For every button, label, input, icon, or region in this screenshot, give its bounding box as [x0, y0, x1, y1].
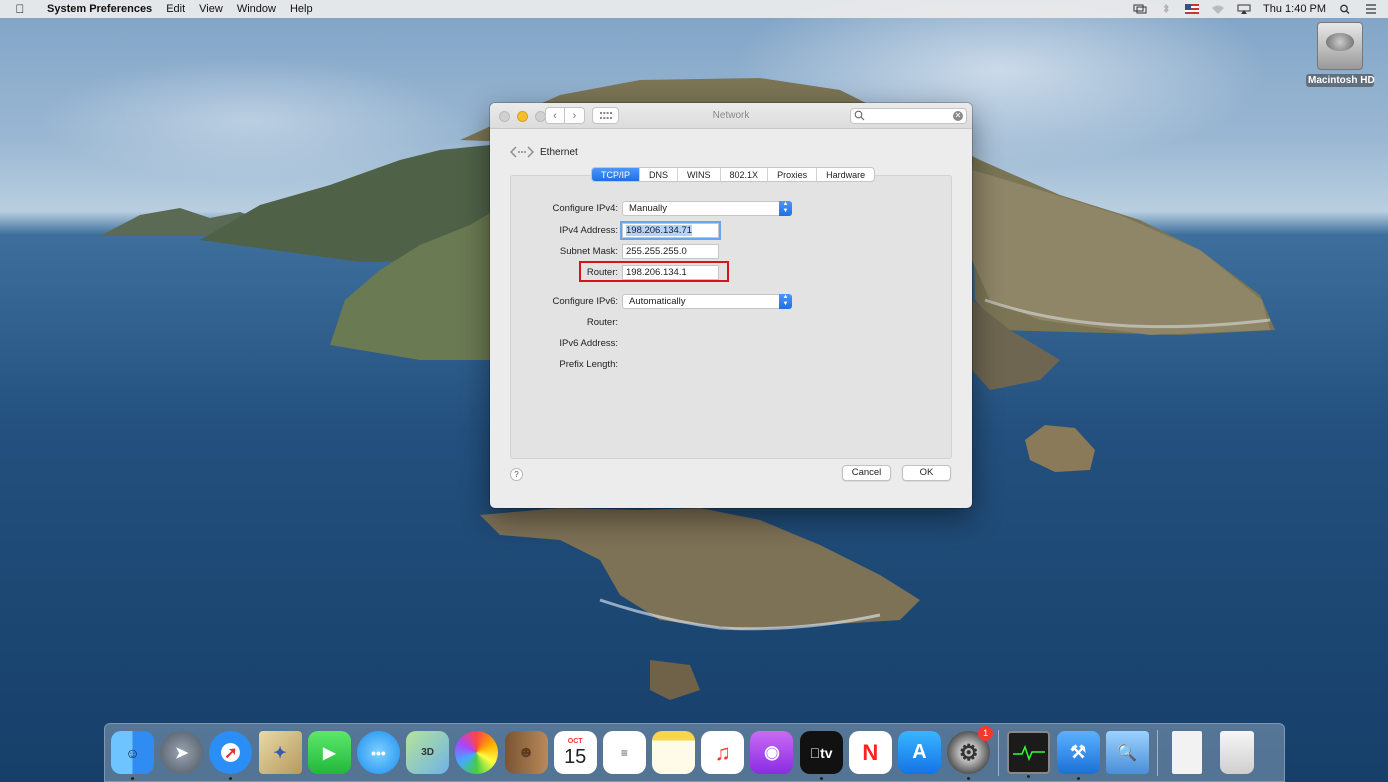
prefix-length-row: Prefix Length: — [514, 359, 622, 370]
running-indicator — [1027, 775, 1031, 778]
title-bar[interactable]: ‹ › Network ✕ — [490, 103, 972, 129]
messages-icon[interactable]: ••• — [356, 731, 400, 774]
apple-menu-icon[interactable]:  — [0, 2, 40, 16]
xcode-icon[interactable]: ⚒ — [1056, 731, 1100, 780]
subnet-mask-label: Subnet Mask: — [559, 246, 618, 257]
ipv6-router-row: Router: — [514, 317, 622, 328]
calendar-icon[interactable]: OCT 15 — [553, 731, 597, 774]
ipv4-address-label: IPv4 Address: — [559, 225, 618, 236]
configure-ipv4-value: Manually — [629, 203, 668, 214]
running-indicator — [131, 777, 134, 780]
popup-arrows-icon: ▲ ▼ — [779, 201, 792, 216]
calendar-month: OCT — [567, 737, 583, 745]
router-highlight-box — [579, 261, 729, 282]
tab-hardware[interactable]: Hardware — [816, 168, 874, 181]
launchpad-icon[interactable]: ➤ — [160, 731, 204, 774]
edit-menu[interactable]: Edit — [159, 0, 192, 18]
clear-search-icon[interactable]: ✕ — [953, 111, 963, 121]
ipv4-address-value: 198.206.134.71 — [626, 225, 693, 236]
system-preferences-icon[interactable]: ⚙ 1 — [947, 726, 994, 780]
reminders-icon[interactable]: ≡ — [602, 731, 646, 774]
calendar-day: 15 — [564, 745, 587, 768]
view-menu[interactable]: View — [192, 0, 230, 18]
search-icon — [854, 110, 865, 121]
news-icon[interactable]: N — [848, 731, 892, 774]
ethernet-icon — [510, 146, 534, 158]
finder-icon[interactable]: ☺ — [111, 731, 154, 780]
subnet-mask-field[interactable]: 255.255.255.0 — [622, 244, 719, 259]
configure-ipv4-row: Configure IPv4: Manually ▲ ▼ — [514, 201, 792, 216]
menu-bar:  System Preferences Edit View Window He… — [0, 0, 1388, 18]
configure-ipv4-label: Configure IPv4: — [552, 203, 618, 214]
configure-ipv6-value: Automatically — [629, 296, 686, 307]
running-indicator — [967, 777, 971, 780]
photos-icon[interactable] — [455, 731, 499, 774]
configure-ipv6-select[interactable]: Automatically ▲ ▼ — [622, 294, 792, 309]
clock[interactable]: Thu 1:40 PM — [1263, 3, 1326, 15]
running-indicator — [1076, 777, 1080, 780]
tab-8021x[interactable]: 802.1X — [719, 168, 768, 181]
drive-label: Macintosh HD — [1306, 74, 1375, 87]
facetime-icon[interactable]: ▶ — [307, 731, 351, 774]
running-indicator — [819, 777, 823, 780]
music-icon[interactable]: ♫ — [701, 731, 745, 774]
help-button[interactable]: ? — [510, 468, 523, 481]
subnet-mask-value: 255.255.255.0 — [626, 246, 687, 257]
tab-tcpip[interactable]: TCP/IP — [592, 168, 640, 181]
podcasts-icon[interactable]: ◉ — [750, 731, 794, 774]
document-icon[interactable] — [1171, 731, 1202, 774]
ipv6-router-label: Router: — [586, 317, 618, 328]
cancel-button[interactable]: Cancel — [842, 465, 891, 481]
help-menu[interactable]: Help — [283, 0, 320, 18]
ok-button[interactable]: OK — [902, 465, 951, 481]
contacts-icon[interactable]: ☻ — [504, 731, 548, 774]
ipv6-address-row: IPv6 Address: — [514, 338, 622, 349]
configure-ipv4-select[interactable]: Manually ▲ ▼ — [622, 201, 792, 216]
safari-icon[interactable]: ➚ — [209, 731, 253, 780]
tab-bar: TCP/IP DNS WINS 802.1X Proxies Hardware — [591, 167, 876, 182]
tv-icon[interactable]: tv — [799, 731, 843, 780]
app-store-icon[interactable]: A — [898, 731, 941, 774]
subnet-mask-row: Subnet Mask: 255.255.255.0 — [514, 244, 719, 259]
notification-badge: 1 — [978, 726, 994, 741]
preview-icon[interactable]: 🔍 — [1105, 731, 1149, 774]
activity-monitor-icon[interactable] — [1007, 731, 1051, 778]
prefix-length-label: Prefix Length: — [559, 359, 618, 370]
dock-separator — [1156, 729, 1158, 776]
hard-drive-icon — [1317, 22, 1363, 70]
ipv6-address-label: IPv6 Address: — [559, 338, 618, 349]
window-menu[interactable]: Window — [230, 0, 283, 18]
tab-proxies[interactable]: Proxies — [767, 168, 816, 181]
interface-header: Ethernet — [510, 145, 578, 159]
configure-ipv6-label: Configure IPv6: — [552, 296, 618, 307]
airplay-icon[interactable] — [1237, 4, 1251, 14]
tab-dns[interactable]: DNS — [639, 168, 677, 181]
notes-icon[interactable] — [652, 731, 696, 774]
screen-mirror-icon[interactable] — [1133, 4, 1147, 14]
search-input[interactable]: ✕ — [850, 108, 967, 124]
wifi-icon[interactable] — [1211, 4, 1225, 14]
app-menu[interactable]: System Preferences — [40, 0, 159, 18]
pulse-graph-icon — [1012, 744, 1045, 761]
us-flag-icon[interactable] — [1185, 4, 1200, 14]
configure-ipv6-row: Configure IPv6: Automatically ▲ ▼ — [514, 294, 792, 309]
macintosh-hd-desktop-icon[interactable]: Macintosh HD — [1306, 22, 1375, 87]
dock-separator — [998, 729, 1000, 776]
network-window: ‹ › Network ✕ Ethernet TCP/IP DNS WINS 8… — [490, 103, 972, 508]
running-indicator — [229, 777, 233, 780]
tv-label: tv — [814, 744, 832, 761]
maps-icon[interactable]: 3D — [406, 731, 450, 774]
dock: ☺ ➤ ➚ ✦ ▶ ••• 3D ☻ OCT 15 ≡ ♫ ◉ tv N A … — [104, 723, 1285, 782]
interface-name: Ethernet — [540, 146, 578, 158]
tab-wins[interactable]: WINS — [677, 168, 720, 181]
notification-center-icon[interactable] — [1364, 4, 1378, 14]
popup-arrows-icon: ▲ ▼ — [779, 294, 792, 309]
bluetooth-icon[interactable] — [1159, 4, 1173, 14]
trash-icon[interactable] — [1219, 731, 1254, 774]
spotlight-icon[interactable] — [1338, 4, 1352, 14]
mail-icon[interactable]: ✦ — [258, 731, 302, 774]
apple-logo-icon:  — [810, 745, 821, 761]
ipv4-address-row: IPv4 Address: 198.206.134.71 — [514, 221, 721, 240]
ipv4-address-field[interactable]: 198.206.134.71 — [620, 221, 721, 240]
